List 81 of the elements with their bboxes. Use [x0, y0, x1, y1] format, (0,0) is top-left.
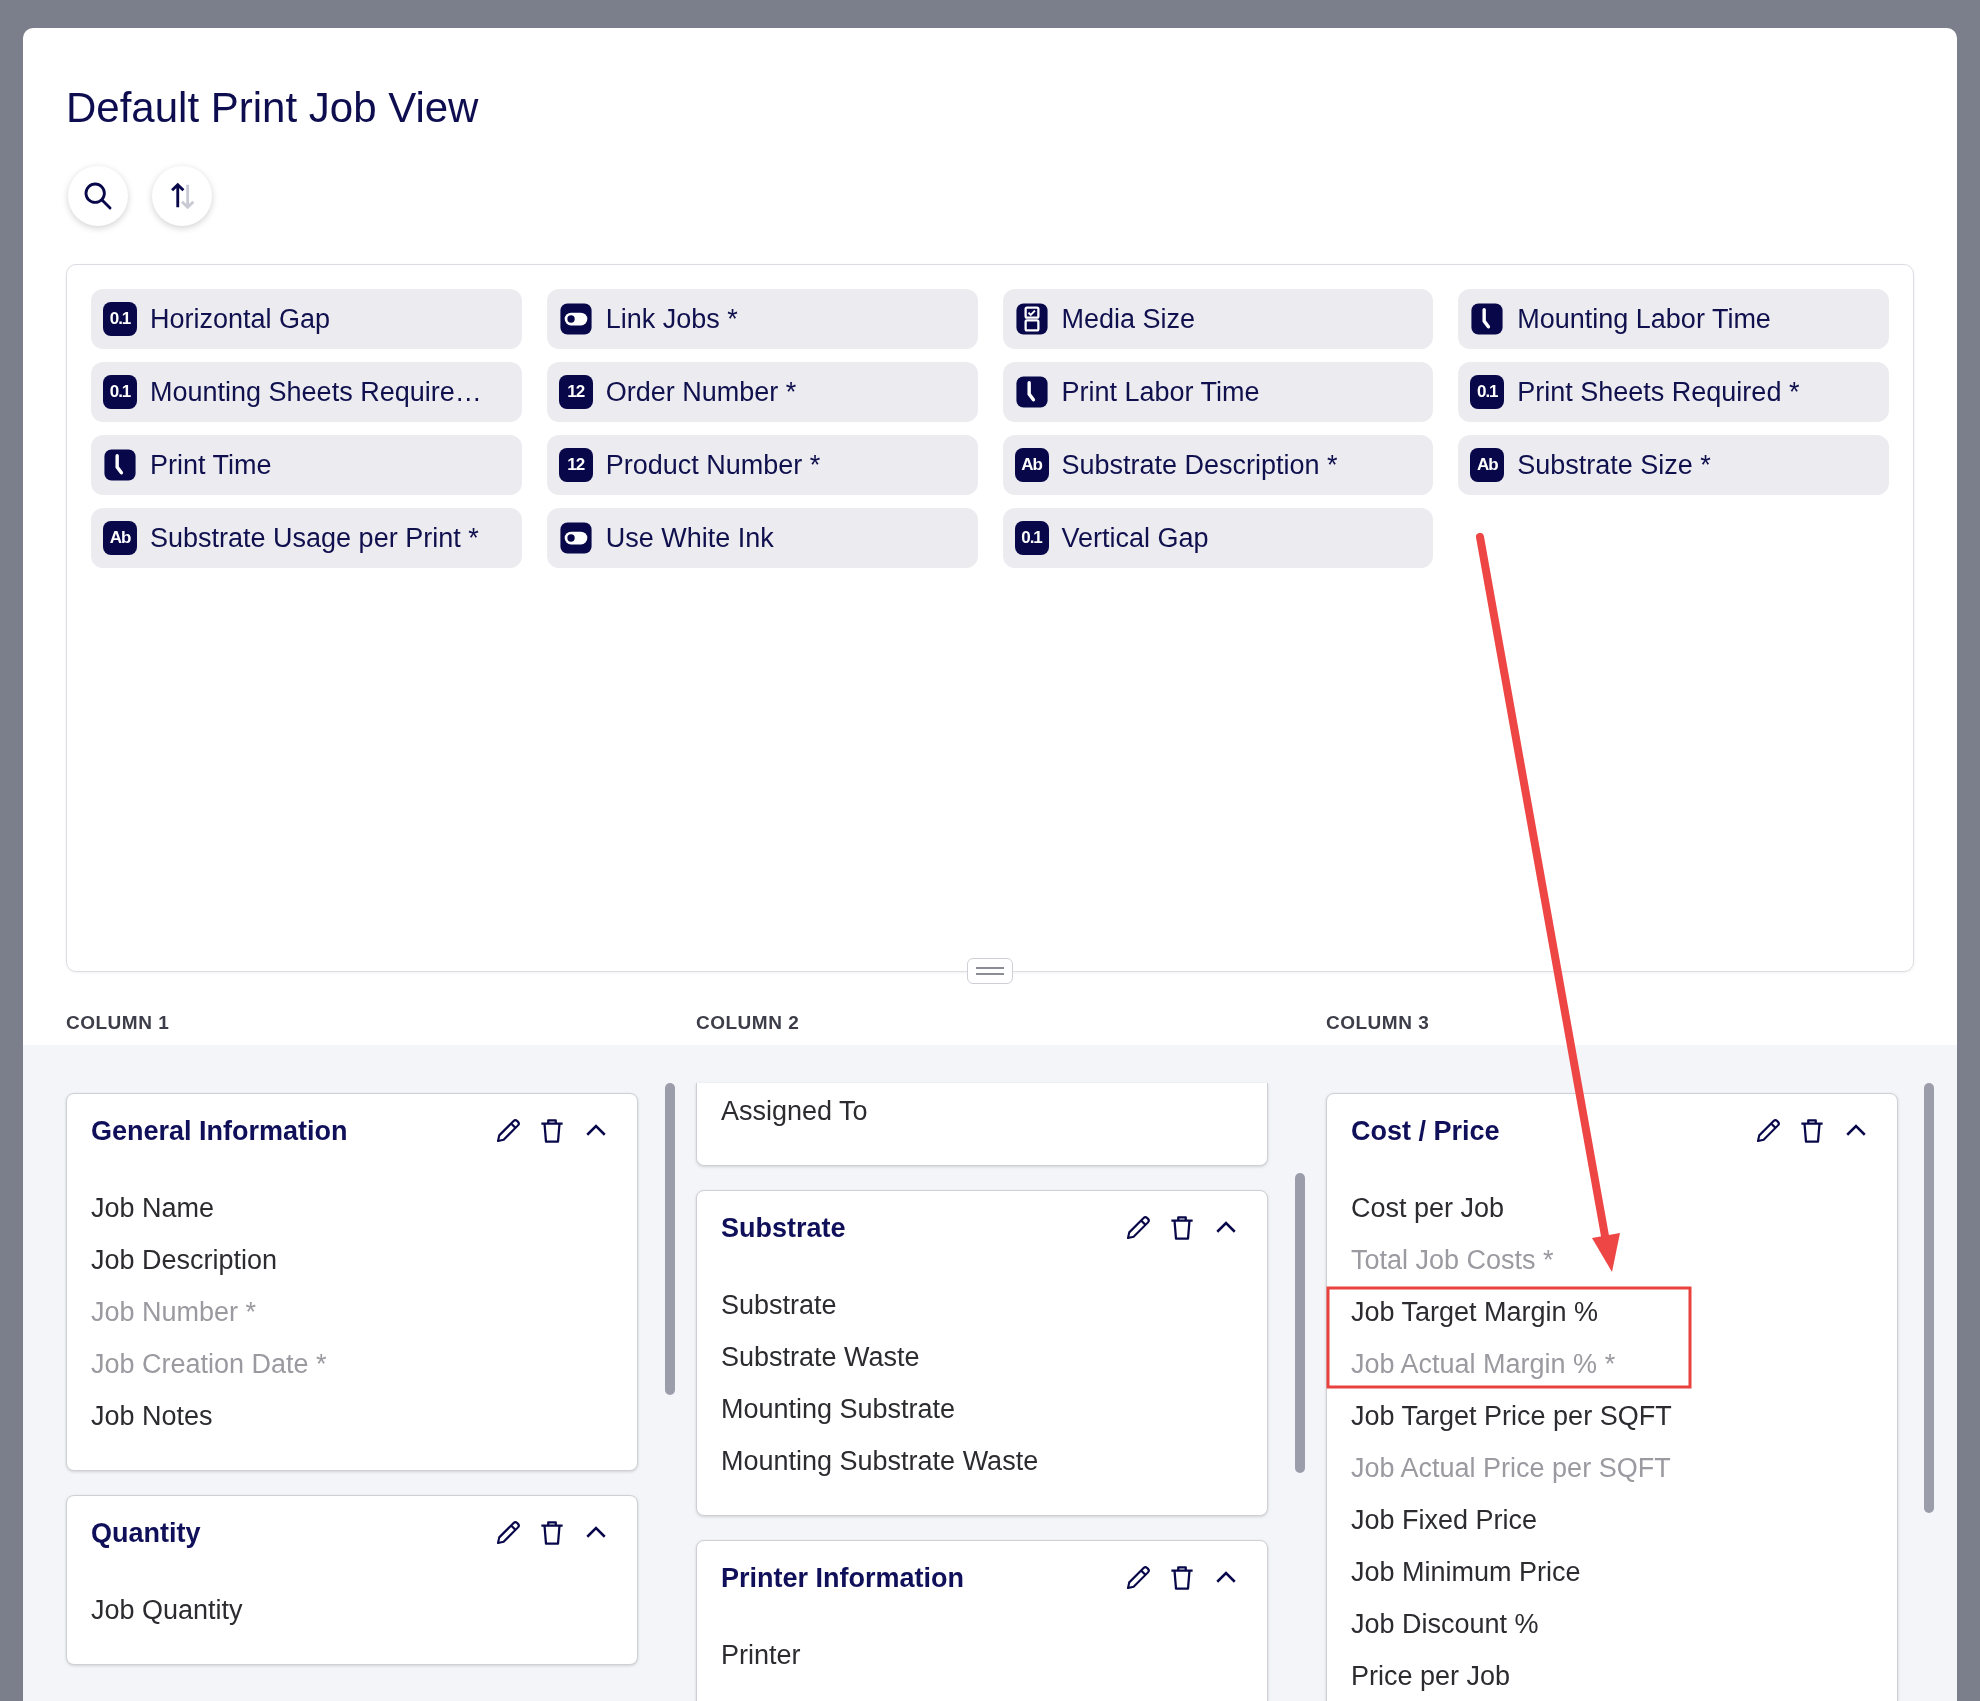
field-chip[interactable]: 0.1 Mounting Sheets Require… — [91, 362, 522, 422]
field-chip[interactable]: Use White Ink — [546, 508, 978, 568]
field-chip[interactable]: 12 Order Number * — [546, 362, 978, 422]
field-label: Print Time — [150, 449, 272, 481]
column-heading: COLUMN 2 — [696, 1012, 800, 1034]
section-card[interactable]: Assigned To — [696, 1083, 1268, 1166]
field-item[interactable]: Substrate Waste — [721, 1331, 920, 1383]
field-label: Product Number * — [605, 449, 821, 481]
scrollbar-thumb[interactable] — [1924, 1083, 1934, 1513]
field-label: Substrate Size * — [1517, 449, 1711, 481]
field-label: Print Sheets Required * — [1517, 376, 1800, 408]
field-chip[interactable]: Print Time — [91, 435, 522, 495]
field-item[interactable]: Mounting Substrate Waste — [721, 1435, 1039, 1487]
type-badge: 0.1 — [103, 302, 137, 336]
field-chip[interactable]: Ab Substrate Size * — [1458, 435, 1889, 495]
field-label: Link Jobs * — [605, 303, 738, 335]
field-item[interactable]: Job Description — [91, 1234, 278, 1286]
field-label: Use White Ink — [605, 522, 774, 554]
checklist-icon — [1014, 302, 1049, 336]
field-chip[interactable]: Print Labor Time — [1002, 362, 1434, 422]
field-label: Vertical Gap — [1061, 522, 1209, 554]
field-label: Substrate Description * — [1061, 449, 1338, 481]
field-item[interactable]: Substrate — [721, 1279, 837, 1331]
field-item[interactable]: Job Notes — [91, 1390, 213, 1442]
field-label: Order Number * — [605, 376, 797, 408]
field-chip[interactable]: Link Jobs * — [546, 289, 978, 349]
page-title: Default Print Job View — [66, 83, 480, 133]
field-item[interactable]: Printer — [721, 1629, 801, 1681]
clock-icon — [103, 448, 137, 482]
resize-handle[interactable] — [967, 958, 1013, 984]
field-item[interactable]: Job Target Price per SQFT — [1351, 1390, 1672, 1442]
column-heading: COLUMN 3 — [1326, 1012, 1430, 1034]
toggle-icon — [558, 521, 593, 555]
field-item[interactable]: Job Name — [91, 1182, 215, 1234]
section-title: Quantity — [91, 1517, 201, 1549]
type-badge: 12 — [558, 375, 593, 409]
field-chip[interactable]: 0.1 Print Sheets Required * — [1458, 362, 1889, 422]
section-card[interactable]: Substrate Substrate Substrate Waste Mounting Substrate Mounting Substrate Waste — [696, 1190, 1268, 1516]
field-label: Media Size — [1061, 303, 1196, 335]
field-item[interactable]: Cost per Job — [1351, 1182, 1505, 1234]
field-item[interactable]: Job Minimum Price — [1351, 1546, 1581, 1598]
field-label: Substrate Usage per Print * — [150, 522, 479, 554]
column-heading: COLUMN 1 — [66, 1012, 170, 1034]
clock-icon — [1470, 302, 1505, 336]
type-badge: Ab — [1014, 448, 1049, 482]
section-title: Printer Information — [721, 1562, 964, 1594]
toggle-icon — [558, 302, 593, 336]
type-badge: 0.1 — [1470, 375, 1505, 409]
field-item[interactable]: Job Quantity — [91, 1584, 243, 1636]
field-chip[interactable]: Ab Substrate Description * — [1002, 435, 1434, 495]
type-badge: 0.1 — [1014, 521, 1049, 555]
field-item[interactable]: Job Target Margin % — [1351, 1286, 1599, 1338]
scrollbar-thumb[interactable] — [1295, 1173, 1305, 1473]
field-label: Print Labor Time — [1061, 376, 1260, 408]
field-chip[interactable]: Media Size — [1002, 289, 1434, 349]
field-label: Mounting Sheets Require… — [150, 376, 482, 408]
section-title: Substrate — [721, 1212, 846, 1244]
scrollbar-thumb[interactable] — [665, 1083, 675, 1395]
field-label: Horizontal Gap — [150, 303, 331, 335]
field-chip[interactable]: 12 Product Number * — [546, 435, 978, 495]
section-card[interactable]: Printer Information Printer — [696, 1540, 1268, 1701]
field-item[interactable]: Mounting Substrate — [721, 1383, 956, 1435]
section-card[interactable]: Quantity Job Quantity — [66, 1495, 638, 1665]
field-item[interactable]: Job Discount % — [1351, 1598, 1539, 1650]
field-chip[interactable]: Ab Substrate Usage per Print * — [91, 508, 522, 568]
field-chip[interactable]: 0.1 Horizontal Gap — [91, 289, 522, 349]
field-item[interactable]: Price per Job — [1351, 1650, 1511, 1701]
clock-icon — [1014, 375, 1049, 409]
type-badge: Ab — [1470, 448, 1505, 482]
sort-button[interactable] — [152, 166, 212, 226]
field-chip[interactable]: 0.1 Vertical Gap — [1002, 508, 1434, 568]
search-button[interactable] — [68, 166, 128, 226]
field-item[interactable]: Assigned To — [721, 1085, 868, 1137]
field-item[interactable]: Job Fixed Price — [1351, 1494, 1538, 1546]
section-title: General Information — [91, 1115, 348, 1147]
section-title: Cost / Price — [1351, 1115, 1500, 1147]
type-badge: Ab — [103, 521, 137, 555]
field-chip[interactable]: Mounting Labor Time — [1458, 289, 1889, 349]
type-badge: 0.1 — [103, 375, 137, 409]
type-badge: 12 — [558, 448, 593, 482]
field-label: Mounting Labor Time — [1517, 303, 1771, 335]
